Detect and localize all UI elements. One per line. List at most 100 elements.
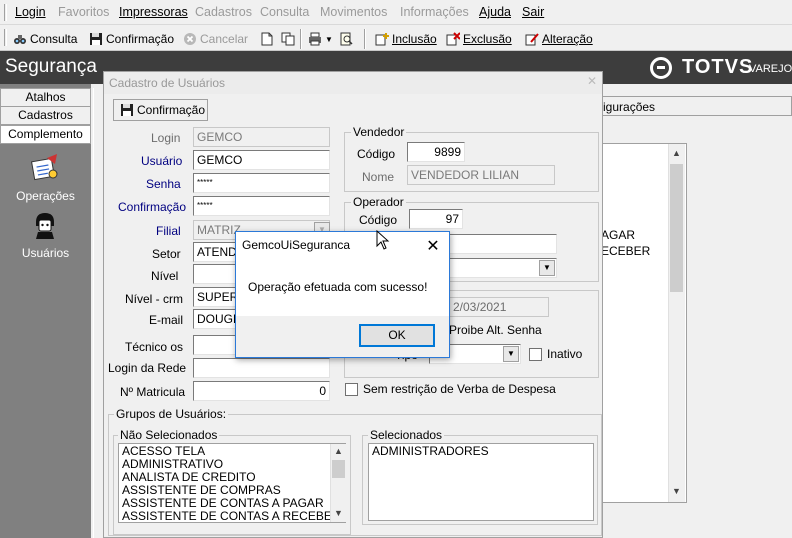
confirmacao-button[interactable]: Confirmação xyxy=(113,99,208,121)
senha-field[interactable]: ***** xyxy=(193,173,330,193)
left-nav: Atalhos Cadastros Complemento Operações … xyxy=(0,84,91,538)
floppy-disk-icon xyxy=(120,103,134,117)
list-item[interactable]: ADMINISTRADORES xyxy=(372,445,590,458)
chevron-down-icon[interactable]: ▼ xyxy=(539,260,555,276)
delete-record-icon xyxy=(446,32,461,46)
exclusao-button[interactable]: Exclusão xyxy=(446,30,512,48)
bg-scrollbar[interactable]: ▲ ▼ xyxy=(668,144,685,502)
copy-document-icon xyxy=(281,32,295,46)
menu-consulta[interactable]: Consulta xyxy=(260,5,309,19)
matricula-field[interactable]: 0 xyxy=(193,381,330,401)
vendedor-codigo-field[interactable]: 9899 xyxy=(407,142,465,162)
vendedor-nome-label: Nome xyxy=(362,170,395,184)
email-label: E-mail xyxy=(149,313,184,327)
message-dialog: GemcoUiSeguranca ✕ Operação efetuada com… xyxy=(235,231,450,358)
dialog-message: Operação efetuada com sucesso! xyxy=(248,280,428,294)
operador-title: Operador xyxy=(351,195,406,209)
menu-informacoes[interactable]: Informações xyxy=(400,5,469,19)
nao-selecionados-title: Não Selecionados xyxy=(118,428,220,442)
consulta-label: Consulta xyxy=(30,32,78,46)
matricula-label: Nº Matricula xyxy=(120,385,186,399)
cancelar-label: Cancelar xyxy=(200,32,249,46)
consulta-button[interactable]: Consulta xyxy=(13,30,77,48)
nav-tab-complemento[interactable]: Complemento xyxy=(0,125,91,144)
menu-favoritos[interactable]: Favoritos xyxy=(58,5,109,19)
senha-label: Senha xyxy=(146,177,181,191)
scroll-thumb[interactable] xyxy=(670,164,683,292)
ok-button[interactable]: OK xyxy=(359,324,435,347)
print-button[interactable]: ▼ xyxy=(308,30,333,48)
operations-icon[interactable] xyxy=(29,152,61,184)
nivel-label: Nível xyxy=(151,269,179,283)
mouse-cursor-icon xyxy=(376,229,390,250)
new-document-button[interactable] xyxy=(260,30,277,48)
menu-login[interactable]: Login xyxy=(15,5,46,19)
add-record-icon xyxy=(375,32,389,46)
printer-icon xyxy=(308,32,322,46)
close-icon[interactable]: ✕ xyxy=(424,236,442,256)
alteracao-button[interactable]: Alteração xyxy=(525,30,593,48)
confirmacao-button-label: Confirmação xyxy=(137,103,206,117)
copy-document-button[interactable] xyxy=(281,30,298,48)
nav-tab-atalhos[interactable]: Atalhos xyxy=(0,88,91,107)
inativo-checkbox[interactable] xyxy=(529,348,542,361)
inclusao-button[interactable]: Inclusão xyxy=(375,30,437,48)
menu-ajuda[interactable]: Ajuda xyxy=(479,5,511,19)
confirmacao-senha-label: Confirmação xyxy=(118,200,187,214)
nav-item-usuarios[interactable]: Usuários xyxy=(0,246,91,260)
login-field[interactable]: GEMCO xyxy=(193,127,330,147)
confirmacao-senha-field[interactable]: ***** xyxy=(193,196,330,216)
bg-list-panel: AGAR ECEBER ▲ ▼ xyxy=(600,143,687,503)
brand-sub: VAREJO xyxy=(749,63,792,75)
scroll-down-icon[interactable]: ▼ xyxy=(331,506,346,521)
bg-list-item: ECEBER xyxy=(601,244,651,258)
form-title: Cadastro de Usuários xyxy=(104,72,602,94)
nav-item-operacoes[interactable]: Operações xyxy=(0,189,91,203)
print-dropdown-icon[interactable]: ▼ xyxy=(325,35,333,44)
date-field[interactable]: 2/03/2021 xyxy=(449,297,549,317)
alteracao-label: Alteração xyxy=(542,32,593,46)
nav-tab-cadastros[interactable]: Cadastros xyxy=(0,106,91,125)
operador-codigo-field[interactable]: 97 xyxy=(409,209,463,229)
usuario-field[interactable]: GEMCO xyxy=(193,150,330,170)
operador-codigo-label: Código xyxy=(359,213,398,227)
selecionados-list[interactable]: ADMINISTRADORES xyxy=(368,443,594,521)
inativo-label: Inativo xyxy=(547,347,583,361)
filial-label: Filial xyxy=(156,224,181,238)
vendedor-nome-field[interactable]: VENDEDOR LILIAN xyxy=(407,165,555,185)
exclusao-label: Exclusão xyxy=(463,32,512,46)
menu-cadastros[interactable]: Cadastros xyxy=(195,5,252,19)
close-icon[interactable]: ✕ xyxy=(584,74,600,90)
scroll-up-icon[interactable]: ▲ xyxy=(331,444,346,459)
cancelar-button[interactable]: Cancelar xyxy=(183,30,248,48)
tecnico-label: Técnico os xyxy=(125,340,184,354)
dialog-footer: OK xyxy=(236,316,449,357)
confirmacao-toolbar-button[interactable]: Confirmação xyxy=(89,30,174,48)
menu-movimentos[interactable]: Movimentos xyxy=(320,5,387,19)
edit-record-icon xyxy=(525,32,539,46)
bg-tab-configuracoes[interactable]: nfigurações xyxy=(588,96,792,116)
chevron-down-icon[interactable]: ▼ xyxy=(503,346,519,362)
menu-impressoras[interactable]: Impressoras xyxy=(119,5,188,19)
sem-restricao-checkbox[interactable] xyxy=(345,383,358,396)
proibe-alt-senha-label: Proibe Alt. Senha xyxy=(449,323,542,337)
list-item[interactable]: ASSISTENTE DE CONTAS A RECEBER xyxy=(122,510,342,523)
menu-sair[interactable]: Sair xyxy=(522,5,544,19)
nao-selecionados-scrollbar[interactable]: ▲ ▼ xyxy=(330,444,347,522)
users-icon[interactable] xyxy=(32,212,58,240)
print-preview-icon xyxy=(339,32,353,46)
nao-selecionados-list[interactable]: ACESSO TELA ADMINISTRATIVO ANALISTA DE C… xyxy=(118,443,346,523)
login-label: Login xyxy=(151,131,181,145)
setor-label: Setor xyxy=(152,247,181,261)
toolbar-grip xyxy=(4,29,7,46)
print-preview-button[interactable] xyxy=(339,30,356,48)
login-rede-field[interactable] xyxy=(193,358,330,378)
scroll-thumb[interactable] xyxy=(332,460,345,478)
new-document-icon xyxy=(260,32,274,46)
bg-list-item: AGAR xyxy=(601,228,636,242)
vendedor-codigo-label: Código xyxy=(357,147,396,161)
vendedor-title: Vendedor xyxy=(351,125,407,139)
selecionados-title: Selecionados xyxy=(368,428,445,442)
scroll-down-icon[interactable]: ▼ xyxy=(669,484,684,499)
scroll-up-icon[interactable]: ▲ xyxy=(669,146,684,161)
